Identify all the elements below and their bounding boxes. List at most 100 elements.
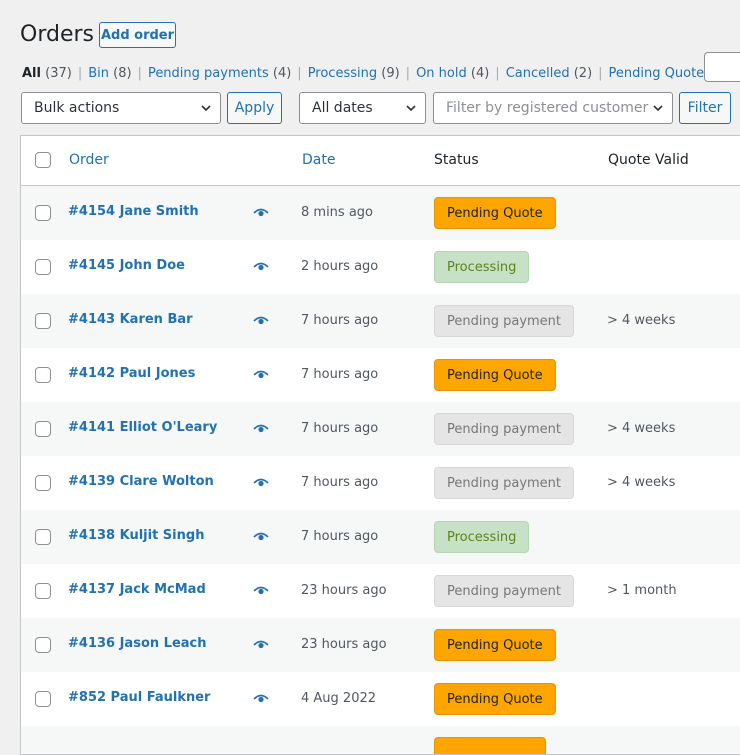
order-date: 7 hours ago (301, 475, 379, 490)
preview-eye-icon[interactable] (253, 532, 269, 542)
order-link[interactable]: #4139 Clare Wolton (68, 474, 214, 489)
view-link-bin[interactable]: Bin (88, 66, 109, 81)
table-row[interactable]: #4136 Jason Leach 23 hours ago Pending Quo… (21, 618, 740, 672)
order-date: 7 hours ago (301, 313, 379, 328)
view-count: (37) (45, 66, 72, 81)
view-link-on-hold[interactable]: On hold (416, 66, 467, 81)
order-date: 7 hours ago (301, 421, 379, 436)
add-order-button[interactable]: Add order (99, 22, 176, 48)
filter-button[interactable]: Filter (679, 92, 731, 124)
row-checkbox[interactable] (35, 475, 51, 491)
order-link[interactable]: #4142 Paul Jones (68, 366, 195, 381)
view-link-pending-quotes[interactable]: Pending Quotes (609, 66, 711, 81)
table-row[interactable]: #4143 Karen Bar 7 hours ago Pending paymen… (21, 294, 740, 348)
search-orders-input[interactable] (704, 52, 740, 82)
preview-eye-icon[interactable] (253, 478, 269, 488)
view-separator: | (405, 66, 411, 81)
order-link[interactable]: #4138 Kuljit Singh (68, 528, 204, 543)
preview-eye-icon[interactable] (253, 370, 269, 380)
view-count: (4) (272, 66, 292, 81)
quote-valid: > 4 weeks (607, 475, 676, 490)
row-checkbox[interactable] (35, 691, 51, 707)
table-row[interactable]: #4141 Elliot O'Leary 7 hours ago Pending p… (21, 402, 740, 456)
date-filter-select[interactable]: All dates (299, 92, 426, 124)
order-link[interactable]: #4143 Karen Bar (68, 312, 193, 327)
table-row[interactable]: #4137 Jack McMad 23 hours ago Pending paym… (21, 564, 740, 618)
table-row[interactable]: #4145 John Doe 2 hours ago Processing (21, 240, 740, 294)
order-status-views: All (37) | Bin (8) | Pending payments (4) | Pr… (22, 66, 740, 81)
customer-filter-placeholder: Filter by registered customer (446, 100, 649, 116)
date-filter-value: All dates (312, 100, 373, 116)
bulk-actions-select[interactable]: Bulk actions (21, 92, 221, 124)
order-link[interactable]: #852 Paul Faulkner (68, 690, 210, 705)
view-count: (9) (381, 66, 400, 81)
row-checkbox[interactable] (35, 205, 51, 221)
order-link[interactable]: #4137 Jack McMad (68, 582, 206, 597)
customer-filter-select[interactable]: Filter by registered customer (433, 92, 673, 124)
row-checkbox[interactable] (35, 259, 51, 275)
order-link[interactable]: #4145 John Doe (68, 258, 185, 273)
order-link[interactable]: #4154 Jane Smith (68, 204, 199, 219)
view-link-pending-payments[interactable]: Pending payments (148, 66, 269, 81)
preview-eye-icon[interactable] (253, 640, 269, 650)
table-row[interactable]: #852 Paul Faulkner 4 Aug 2022 Pending Quot… (21, 672, 740, 726)
column-order[interactable]: Order (69, 152, 109, 168)
page-title: Orders (20, 22, 94, 47)
status-badge: Pending payment (434, 575, 575, 607)
select-all-checkbox[interactable] (35, 152, 51, 168)
quote-valid: > 1 month (607, 583, 677, 598)
order-link[interactable]: #4136 Jason Leach (68, 636, 207, 651)
row-checkbox[interactable] (35, 529, 51, 545)
view-count: (2) (573, 66, 593, 81)
column-quote-valid: Quote Valid (608, 152, 689, 168)
table-row[interactable]: #4142 Paul Jones 7 hours ago Pending Quote (21, 348, 740, 402)
view-link-all[interactable]: All (22, 66, 41, 81)
preview-eye-icon[interactable] (253, 208, 269, 218)
preview-eye-icon[interactable] (253, 262, 269, 272)
apply-button[interactable]: Apply (227, 92, 282, 124)
view-count: (4) (470, 66, 490, 81)
order-date: 8 mins ago (301, 205, 373, 220)
preview-eye-icon[interactable] (253, 586, 269, 596)
row-checkbox[interactable] (35, 421, 51, 437)
row-checkbox[interactable] (35, 313, 51, 329)
row-checkbox[interactable] (35, 367, 51, 383)
status-badge: Pending Quote (434, 683, 556, 715)
table-row[interactable]: #4154 Jane Smith 8 mins ago Pending Quote (21, 186, 740, 240)
quote-valid: > 4 weeks (607, 313, 676, 328)
view-link-processing[interactable]: Processing (308, 66, 377, 81)
status-badge: Processing (434, 521, 530, 553)
bulk-actions-value: Bulk actions (34, 100, 120, 116)
status-badge: Pending Quote (434, 359, 556, 391)
column-date[interactable]: Date (302, 152, 335, 168)
view-separator: | (77, 66, 83, 81)
row-checkbox[interactable] (35, 637, 51, 653)
table-row[interactable]: #4138 Kuljit Singh 7 hours ago Processing (21, 510, 740, 564)
view-separator: | (137, 66, 142, 81)
status-badge: Pending payment (434, 467, 575, 499)
order-link[interactable]: #4141 Elliot O'Leary (68, 420, 217, 435)
preview-eye-icon[interactable] (253, 694, 269, 704)
view-separator: | (297, 66, 302, 81)
order-date: 7 hours ago (301, 529, 379, 544)
view-link-cancelled[interactable]: Cancelled (506, 66, 570, 81)
status-badge: Pending Quote (434, 197, 556, 229)
status-badge: Pending payment (434, 305, 575, 337)
status-badge: Pending payment (434, 413, 575, 445)
view-separator: | (598, 66, 603, 81)
table-row[interactable]: #4139 Clare Wolton 7 hours ago Pending pay… (21, 456, 740, 510)
chevron-down-icon (201, 105, 211, 112)
order-date: 2 hours ago (301, 259, 379, 274)
chevron-down-icon (406, 105, 416, 112)
table-header: Order Date Status Quote Valid (21, 136, 740, 186)
preview-eye-icon[interactable] (253, 424, 269, 434)
status-badge: Processing (434, 251, 530, 283)
orders-table: Order Date Status Quote Valid #4154 Jane… (20, 135, 740, 755)
column-status: Status (434, 152, 479, 168)
preview-eye-icon[interactable] (253, 316, 269, 326)
row-checkbox[interactable] (35, 583, 51, 599)
order-date: 23 hours ago (301, 637, 387, 652)
table-row[interactable] (21, 726, 740, 754)
view-separator: | (495, 66, 500, 81)
order-date: 23 hours ago (301, 583, 387, 598)
